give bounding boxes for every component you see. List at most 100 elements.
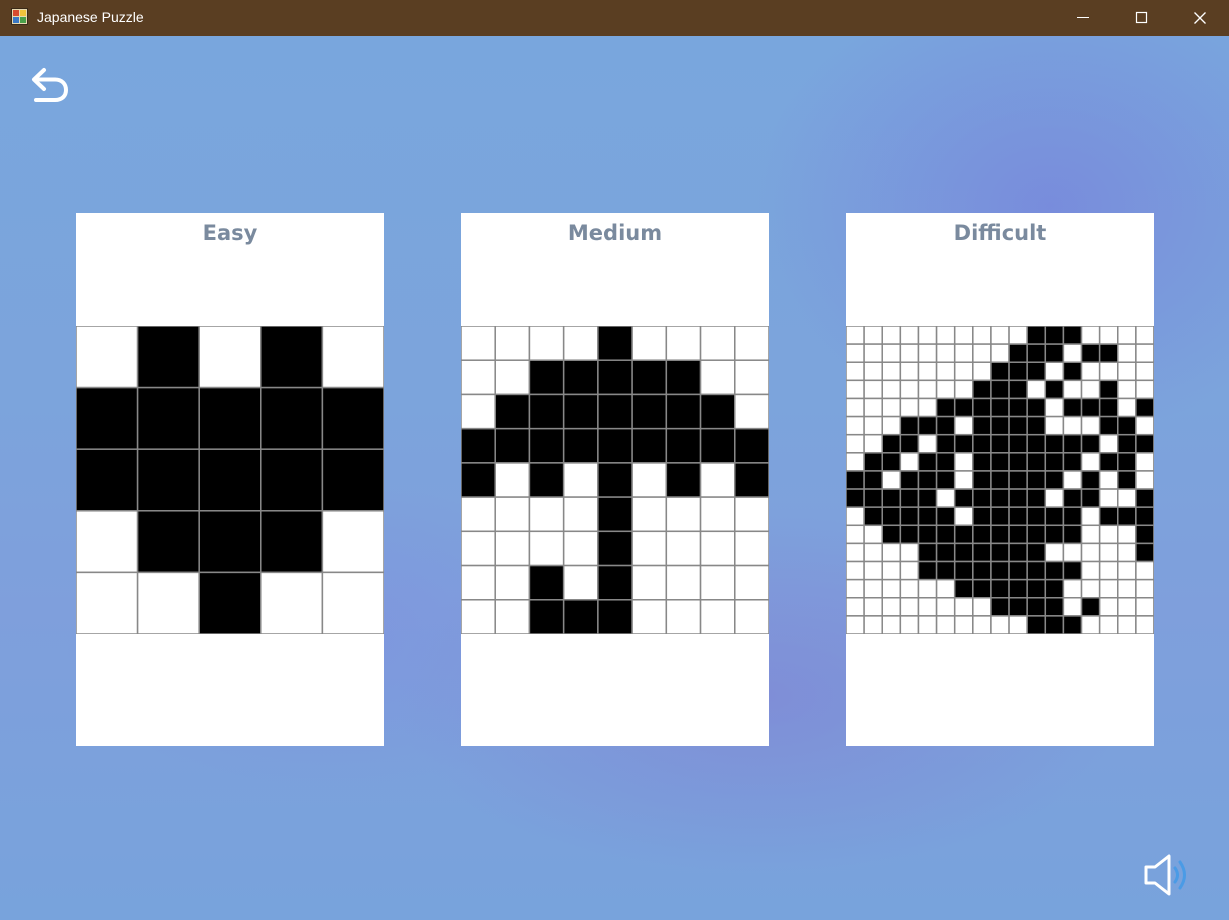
- filled-cell: [1044, 379, 1065, 400]
- empty-cell: [494, 496, 531, 533]
- main-content: Easy Medium Difficult: [0, 36, 1229, 920]
- empty-cell: [881, 415, 902, 436]
- empty-cell: [562, 530, 599, 567]
- filled-cell: [972, 379, 992, 400]
- card-label: Difficult: [953, 221, 1047, 245]
- empty-cell: [494, 530, 531, 567]
- filled-cell: [1117, 433, 1137, 454]
- filled-cell: [899, 506, 920, 527]
- difficulty-card-difficult[interactable]: Difficult: [846, 213, 1154, 746]
- filled-cell: [597, 564, 633, 601]
- empty-cell: [699, 564, 736, 601]
- empty-cell: [881, 343, 902, 363]
- filled-cell: [972, 578, 992, 599]
- empty-cell: [1135, 361, 1154, 382]
- filled-cell: [972, 452, 992, 472]
- empty-cell: [846, 578, 865, 599]
- empty-cell: [1044, 415, 1065, 436]
- filled-cell: [734, 427, 769, 464]
- filled-cell: [1026, 452, 1047, 472]
- empty-cell: [972, 361, 992, 382]
- empty-cell: [1062, 542, 1083, 563]
- filled-cell: [1062, 488, 1083, 508]
- empty-cell: [953, 361, 974, 382]
- empty-cell: [528, 326, 565, 361]
- filled-cell: [734, 462, 769, 498]
- filled-cell: [461, 462, 496, 498]
- empty-cell: [863, 578, 883, 599]
- filled-cell: [990, 524, 1010, 545]
- empty-cell: [136, 571, 200, 634]
- filled-cell: [321, 386, 384, 450]
- empty-cell: [881, 542, 902, 563]
- filled-cell: [1026, 524, 1047, 545]
- filled-cell: [1062, 433, 1083, 454]
- back-button[interactable]: [28, 66, 72, 108]
- filled-cell: [899, 433, 920, 454]
- empty-cell: [665, 530, 702, 567]
- filled-cell: [1135, 542, 1154, 563]
- difficulty-card-easy[interactable]: Easy: [76, 213, 384, 746]
- filled-cell: [1008, 470, 1028, 490]
- filled-cell: [631, 393, 668, 430]
- close-button[interactable]: [1171, 0, 1229, 36]
- filled-cell: [990, 578, 1010, 599]
- empty-cell: [1135, 615, 1154, 634]
- filled-cell: [1026, 470, 1047, 490]
- empty-cell: [528, 496, 565, 533]
- filled-cell: [972, 415, 992, 436]
- empty-cell: [528, 530, 565, 567]
- empty-cell: [1117, 379, 1137, 400]
- empty-cell: [461, 599, 496, 634]
- filled-cell: [1062, 397, 1083, 418]
- filled-cell: [260, 326, 324, 389]
- empty-cell: [699, 326, 736, 361]
- filled-cell: [990, 361, 1010, 382]
- empty-cell: [1080, 415, 1101, 436]
- empty-cell: [665, 326, 702, 361]
- filled-cell: [990, 415, 1010, 436]
- empty-cell: [1098, 597, 1119, 617]
- empty-cell: [494, 359, 531, 396]
- empty-cell: [461, 393, 496, 430]
- filled-cell: [990, 433, 1010, 454]
- filled-cell: [881, 524, 902, 545]
- empty-cell: [1117, 560, 1137, 581]
- empty-cell: [846, 343, 865, 363]
- sound-toggle-button[interactable]: [1142, 852, 1194, 898]
- filled-cell: [1080, 397, 1101, 418]
- filled-cell: [1026, 343, 1047, 363]
- empty-cell: [899, 542, 920, 563]
- filled-cell: [597, 359, 633, 396]
- empty-cell: [198, 326, 262, 389]
- filled-cell: [917, 470, 938, 490]
- empty-cell: [1080, 542, 1101, 563]
- empty-cell: [953, 615, 974, 634]
- filled-cell: [1026, 615, 1047, 634]
- minimize-button[interactable]: [1054, 0, 1112, 36]
- difficulty-card-medium[interactable]: Medium: [461, 213, 769, 746]
- filled-cell: [972, 488, 992, 508]
- empty-cell: [863, 415, 883, 436]
- empty-cell: [665, 564, 702, 601]
- close-icon: [1194, 12, 1206, 24]
- empty-cell: [863, 326, 883, 345]
- empty-cell: [917, 578, 938, 599]
- empty-cell: [863, 615, 883, 634]
- filled-cell: [990, 597, 1010, 617]
- empty-cell: [899, 560, 920, 581]
- filled-cell: [597, 462, 633, 498]
- empty-cell: [461, 326, 496, 361]
- empty-cell: [953, 415, 974, 436]
- filled-cell: [597, 393, 633, 430]
- filled-cell: [1008, 578, 1028, 599]
- empty-cell: [953, 379, 974, 400]
- filled-cell: [917, 524, 938, 545]
- empty-cell: [494, 564, 531, 601]
- empty-cell: [953, 452, 974, 472]
- empty-cell: [846, 326, 865, 345]
- maximize-button[interactable]: [1112, 0, 1170, 36]
- filled-cell: [1062, 524, 1083, 545]
- filled-cell: [1080, 433, 1101, 454]
- filled-cell: [1008, 488, 1028, 508]
